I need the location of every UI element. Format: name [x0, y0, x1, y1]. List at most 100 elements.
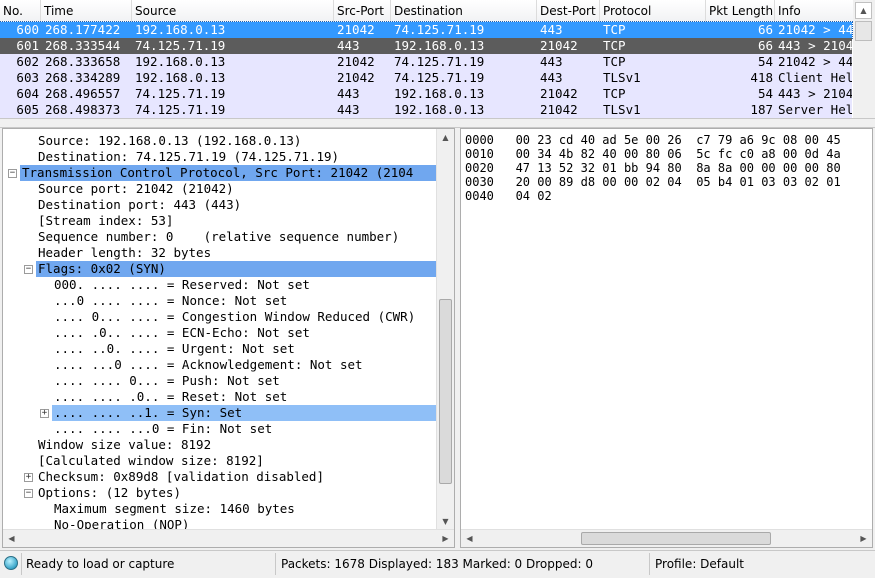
tree-item-destination-port[interactable]: Destination port: 443 (443)	[36, 197, 241, 213]
bytes-row[interactable]: 0030 20 00 89 d8 00 00 02 04 05 b4 01 03…	[465, 175, 841, 189]
tree-item-header-length[interactable]: Header length: 32 bytes	[36, 245, 211, 261]
packet-cell-time: 268.498373	[45, 102, 121, 117]
packet-cell-info: 21042 > 44	[778, 22, 852, 37]
packet-cell-destination: 74.125.71.19	[394, 54, 485, 69]
packet-details-pane[interactable]: Source: 192.168.0.13 (192.168.0.13) Desti…	[2, 128, 455, 548]
packet-cell-info: Client Hel	[778, 70, 852, 85]
column-header-src-port[interactable]: Src-Port	[334, 0, 391, 22]
tree-item-checksum[interactable]: Checksum: 0x89d8 [validation disabled]	[36, 469, 324, 485]
packet-cell-info: Server Hel	[778, 102, 852, 117]
tree-item-flag-fin[interactable]: .... .... ...0 = Fin: Not set	[52, 421, 272, 437]
scroll-right-icon[interactable]: ▶	[437, 530, 454, 547]
column-header-dest-port[interactable]: Dest-Port	[537, 0, 600, 22]
status-packet-counts: Packets: 1678 Displayed: 183 Marked: 0 D…	[281, 557, 593, 571]
packet-cell-info: 443 > 2104	[778, 38, 852, 53]
tree-item-flags[interactable]: Flags: 0x02 (SYN)	[36, 261, 437, 277]
status-profile[interactable]: Profile: Default	[655, 554, 744, 574]
bytes-row[interactable]: 0000 00 23 cd 40 ad 5e 00 26 c7 79 a6 9c…	[465, 133, 841, 147]
expand-icon[interactable]: +	[40, 409, 49, 418]
column-header-pkt-length[interactable]: Pkt Length	[706, 0, 775, 22]
scroll-up-icon[interactable]: ▲	[855, 2, 872, 19]
details-vertical-scrollbar[interactable]: ▲ ▼	[436, 129, 454, 547]
tree-item-flag-ack[interactable]: .... ...0 .... = Acknowledgement: Not se…	[52, 357, 363, 373]
tree-item-options[interactable]: Options: (12 bytes)	[36, 485, 181, 501]
tree-item-flag-syn[interactable]: .... .... ..1. = Syn: Set	[52, 405, 437, 421]
tree-item-flag-nonce[interactable]: ...0 .... .... = Nonce: Not set	[52, 293, 287, 309]
tree-item-window-size[interactable]: Window size value: 8192	[36, 437, 211, 453]
tree-item-flag-urgent[interactable]: .... ..0. .... = Urgent: Not set	[52, 341, 295, 357]
tree-item-flag-push[interactable]: .... .... 0... = Push: Not set	[52, 373, 280, 389]
tree-item-flag-reset[interactable]: .... .... .0.. = Reset: Not set	[52, 389, 287, 405]
scroll-left-icon[interactable]: ◀	[461, 530, 478, 547]
scroll-down-icon[interactable]: ▼	[437, 513, 454, 530]
tree-item-source-port[interactable]: Source port: 21042 (21042)	[36, 181, 234, 197]
bytes-horizontal-scrollbar[interactable]: ◀ ▶	[461, 529, 872, 547]
column-header-source[interactable]: Source	[132, 0, 334, 22]
tree-item-destination-ip[interactable]: Destination: 74.125.71.19 (74.125.71.19)	[36, 149, 339, 165]
packet-row[interactable]: 603 268.334289 192.168.0.13 21042 74.125.71.…	[0, 70, 852, 86]
packet-cell-time: 268.496557	[45, 86, 121, 101]
status-divider	[275, 553, 276, 575]
column-header-no[interactable]: No.	[0, 0, 41, 22]
packet-cell-destination: 192.168.0.13	[394, 102, 485, 117]
packet-row[interactable]: 605 268.498373 74.125.71.19 443 192.168.0.13…	[0, 102, 852, 118]
collapse-icon[interactable]: −	[24, 265, 33, 274]
packet-row[interactable]: 602 268.333658 192.168.0.13 21042 74.125.71.…	[0, 54, 852, 70]
bytes-row[interactable]: 0020 47 13 52 32 01 bb 94 80 8a 8a 00 00…	[465, 161, 841, 175]
packet-list[interactable]: No. Time Source Src-Port Destination Des…	[0, 0, 875, 118]
tree-item-stream-index[interactable]: [Stream index: 53]	[36, 213, 173, 229]
packet-cell-destination: 74.125.71.19	[394, 70, 485, 85]
tree-item-flag-cwr[interactable]: .... 0... .... = Congestion Window Reduc…	[52, 309, 415, 325]
scroll-up-icon[interactable]: ▲	[437, 129, 454, 146]
scroll-thumb[interactable]	[855, 21, 872, 41]
tree-item-calculated-window-size[interactable]: [Calculated window size: 8192]	[36, 453, 264, 469]
details-horizontal-scrollbar[interactable]: ◀ ▶	[3, 529, 454, 547]
tree-item-tcp-header[interactable]: Transmission Control Protocol, Src Port:…	[20, 165, 437, 181]
tree-item-mss-option[interactable]: Maximum segment size: 1460 bytes	[52, 501, 295, 517]
collapse-icon[interactable]: −	[8, 169, 17, 178]
packet-cell-time: 268.177422	[45, 22, 121, 37]
packet-cell-src-port: 21042	[337, 22, 375, 37]
packet-cell-dest-port: 21042	[540, 102, 578, 117]
tree-item-source-ip[interactable]: Source: 192.168.0.13 (192.168.0.13)	[36, 133, 301, 149]
packet-row[interactable]: 601 268.333544 74.125.71.19 443 192.168.0.13…	[0, 38, 852, 54]
packet-cell-protocol: TLSv1	[603, 70, 641, 85]
packet-cell-source: 74.125.71.19	[135, 102, 226, 117]
packet-cell-length: 187	[750, 102, 773, 117]
packet-cell-dest-port: 21042	[540, 86, 578, 101]
packet-list-scrollbar[interactable]: ▲	[853, 0, 875, 118]
packet-cell-length: 66	[757, 38, 773, 53]
bytes-row[interactable]: 0010 00 34 4b 82 40 00 80 06 5c fc c0 a8…	[465, 147, 841, 161]
packet-list-header: No. Time Source Src-Port Destination Des…	[0, 0, 875, 23]
scroll-thumb[interactable]	[439, 299, 452, 484]
column-header-protocol[interactable]: Protocol	[600, 0, 706, 22]
packet-cell-no: 600	[16, 22, 39, 37]
collapse-icon[interactable]: −	[24, 489, 33, 498]
status-bar: Ready to load or capture Packets: 1678 D…	[0, 550, 875, 578]
packet-cell-info: 443 > 2104	[778, 86, 852, 101]
packet-bytes-pane[interactable]: 0000 00 23 cd 40 ad 5e 00 26 c7 79 a6 9c…	[460, 128, 873, 548]
packet-cell-protocol: TLSv1	[603, 102, 641, 117]
pane-splitter[interactable]	[0, 118, 875, 128]
packet-cell-no: 601	[16, 38, 39, 53]
packet-cell-protocol: TCP	[603, 38, 626, 53]
capture-status-icon[interactable]	[4, 556, 18, 570]
column-header-destination[interactable]: Destination	[391, 0, 537, 22]
tree-item-sequence-number[interactable]: Sequence number: 0 (relative sequence nu…	[36, 229, 399, 245]
packet-row[interactable]: 600 268.177422 192.168.0.13 21042 74.125.71.…	[0, 21, 853, 39]
column-header-time[interactable]: Time	[41, 0, 132, 22]
tree-item-flag-ecn-echo[interactable]: .... .0.. .... = ECN-Echo: Not set	[52, 325, 310, 341]
status-divider	[649, 553, 650, 575]
packet-cell-time: 268.334289	[45, 70, 121, 85]
scroll-right-icon[interactable]: ▶	[855, 530, 872, 547]
packet-cell-source: 192.168.0.13	[135, 70, 226, 85]
tree-item-flag-reserved[interactable]: 000. .... .... = Reserved: Not set	[52, 277, 310, 293]
packet-cell-length: 418	[750, 70, 773, 85]
expand-icon[interactable]: +	[24, 473, 33, 482]
scroll-left-icon[interactable]: ◀	[3, 530, 20, 547]
scroll-thumb[interactable]	[581, 532, 771, 545]
packet-row[interactable]: 604 268.496557 74.125.71.19 443 192.168.0.13…	[0, 86, 852, 102]
bytes-row[interactable]: 0040 04 02	[465, 189, 552, 203]
packet-cell-source: 74.125.71.19	[135, 86, 226, 101]
packet-cell-src-port: 21042	[337, 54, 375, 69]
